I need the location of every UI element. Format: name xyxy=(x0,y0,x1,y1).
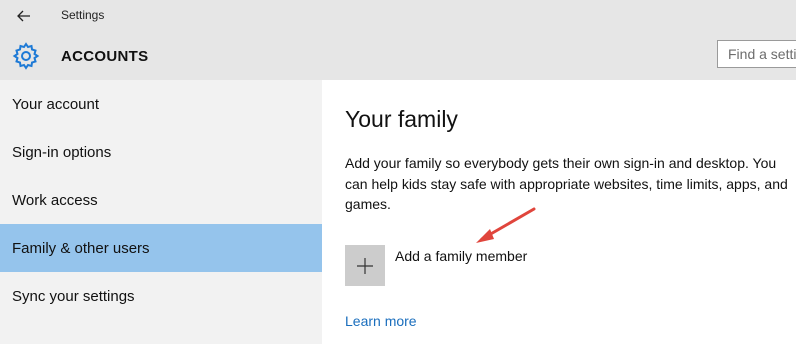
learn-more-link[interactable]: Learn more xyxy=(345,313,417,329)
sidebar-item-work-access[interactable]: Work access xyxy=(0,176,322,224)
family-description: Add your family so everybody gets their … xyxy=(345,155,788,212)
main-content: Your family Add your family so everybody… xyxy=(322,80,796,344)
search-input[interactable] xyxy=(717,40,796,68)
gear-icon xyxy=(12,42,40,70)
sidebar-item-sign-in-options[interactable]: Sign-in options xyxy=(0,128,322,176)
header: ACCOUNTS xyxy=(0,32,796,80)
window-title: Settings xyxy=(61,8,105,22)
add-family-member-label[interactable]: Add a family member xyxy=(395,248,527,264)
plus-icon xyxy=(357,257,373,274)
back-arrow-icon xyxy=(17,10,30,22)
add-family-member-button[interactable] xyxy=(345,245,385,286)
page-title: Your family xyxy=(345,106,458,132)
sidebar-item-sync-settings[interactable]: Sync your settings xyxy=(0,272,322,320)
sidebar-item-your-account[interactable]: Your account xyxy=(0,80,322,128)
page-section-title: ACCOUNTS xyxy=(61,48,149,65)
sidebar-item-family-other-users[interactable]: Family & other users xyxy=(0,224,322,272)
annotation-arrow-icon xyxy=(476,207,536,243)
back-button[interactable] xyxy=(10,6,38,26)
title-bar: Settings xyxy=(0,0,796,32)
sidebar: Your account Sign-in options Work access… xyxy=(0,80,322,344)
